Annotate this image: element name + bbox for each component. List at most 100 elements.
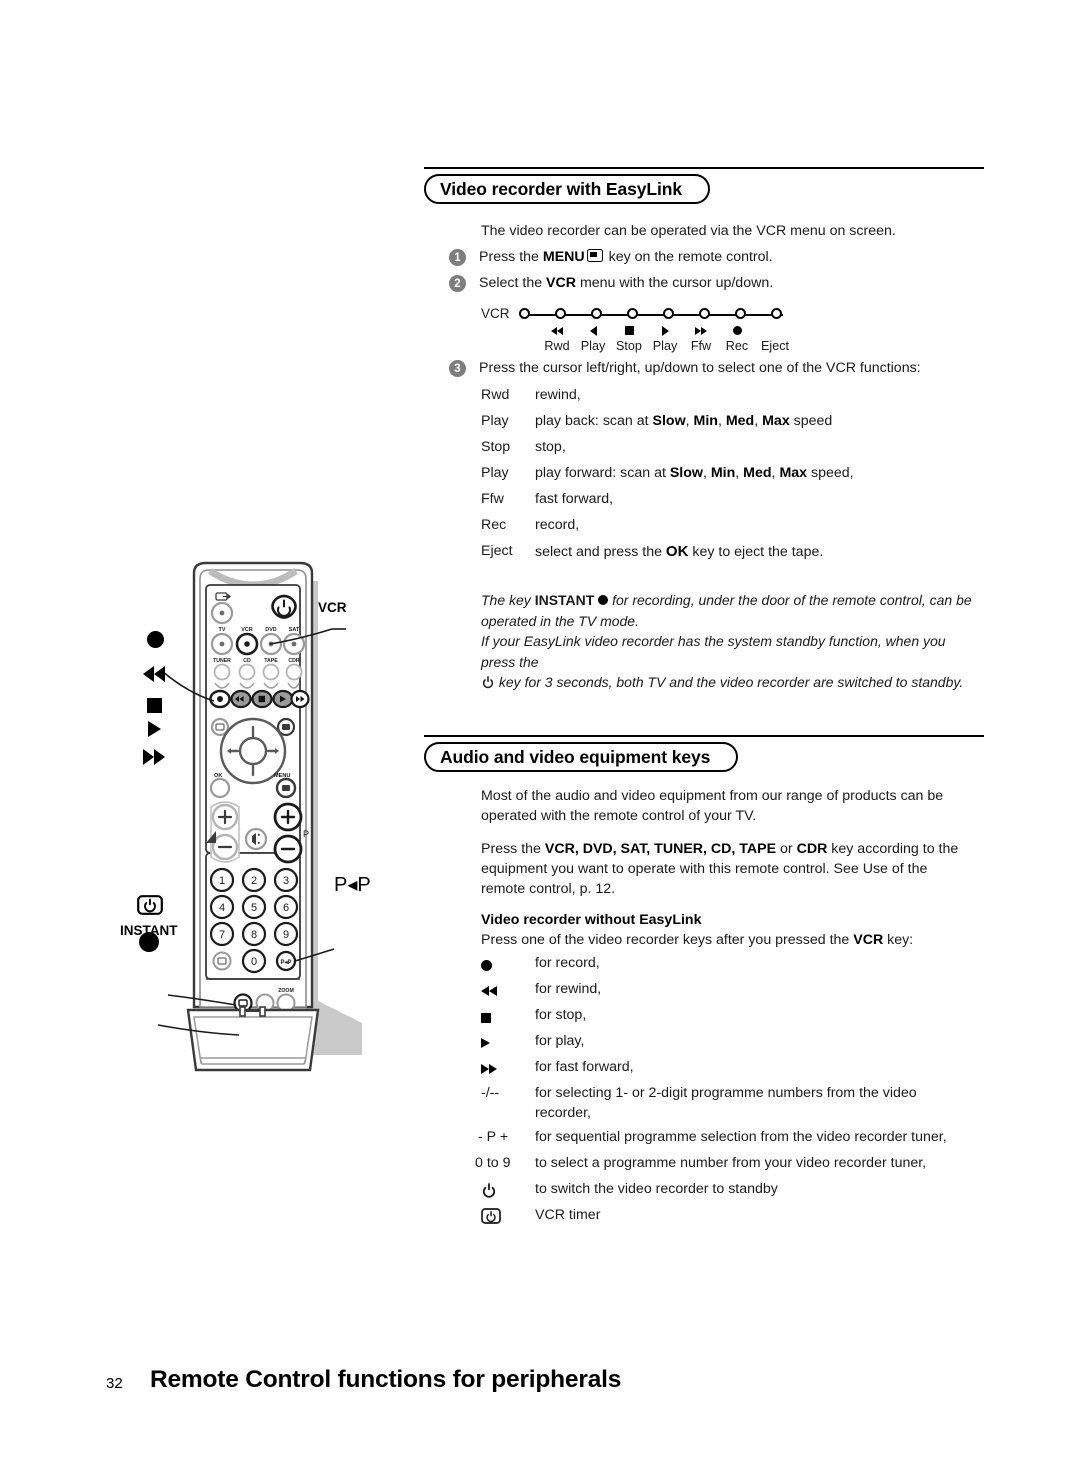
section2-para1-line2: operated with the remote control of your… (481, 808, 757, 824)
key-row-digit-select: -/-- for selecting 1- or 2-digit program… (481, 1085, 1001, 1125)
callout-play-icon (148, 720, 161, 738)
function-term-rec: Rec (481, 517, 507, 533)
vcr-node-stop[interactable] (627, 308, 638, 319)
vcr-node-play[interactable] (663, 308, 674, 319)
step-2-text-bold: VCR (546, 275, 577, 291)
vcr-caption-eject: Eject (761, 339, 789, 353)
b: Slow (652, 413, 686, 429)
key-row-vcr-timer: VCR timer (481, 1207, 1001, 1227)
b: Min (710, 465, 736, 481)
function-term-play-forward: Play (481, 465, 509, 481)
p: or (776, 841, 797, 857)
d: play back: scan at (535, 413, 653, 429)
key-row-standby: to switch the video recorder to standby (481, 1181, 1001, 1201)
section2-para2: Press the VCR, DVD, SAT, TUNER, CD, TAPE… (481, 839, 958, 899)
key-desc-rewind: for rewind, (535, 981, 602, 997)
step-2-number: 2 (449, 275, 466, 292)
key-desc-vcr-timer: VCR timer (535, 1207, 601, 1223)
vcr-icon-stop (611, 324, 647, 336)
section-header-audio-video-keys: Audio and video equipment keys (424, 735, 984, 775)
key-icon-play (481, 1035, 490, 1051)
key-term-digits-0-9: 0 to 9 (475, 1155, 511, 1171)
d: play forward: scan at (535, 465, 670, 481)
s: , (735, 465, 744, 481)
callout-vcr: VCR (318, 600, 347, 615)
remote-label-tuner: TUNER (213, 658, 231, 664)
vcr-node-rec[interactable] (735, 308, 746, 319)
vcr-icon-record (719, 324, 755, 336)
key-row-record: for record, (481, 955, 1001, 975)
vcr-caption-play-back: Play (580, 339, 606, 353)
s: , (702, 465, 711, 481)
step-3-text: Press the cursor left/right, up/down to … (479, 360, 921, 376)
function-desc-stop: stop, (535, 439, 566, 455)
section2-equipment-keys: VCR, DVD, SAT, TUNER, CD, TAPE (544, 841, 777, 857)
key-term-programme-step: - P + (478, 1129, 509, 1145)
vcr-icon-rewind (539, 324, 575, 336)
d: speed (789, 413, 833, 429)
note-line-2: operated in the TV mode. (481, 612, 639, 629)
vcr-caption-rec: Rec (725, 339, 749, 353)
step-1-text-after: key on the remote control. (604, 249, 773, 265)
section1-note: The key INSTANT for recording, under the… (481, 590, 981, 693)
vcr-node-rwd[interactable] (555, 308, 566, 319)
p: key according to the (827, 841, 959, 857)
key-desc-stop: for stop, (535, 1007, 587, 1023)
header-pill-2: Audio and video equipment keys (424, 742, 739, 772)
key-icon-record (481, 957, 492, 973)
key-row-programme-step: - P + for sequential programme selection… (478, 1129, 998, 1149)
note-line-3: If your EasyLink video recorder has the … (481, 633, 946, 670)
remote-label-tv: TV (219, 627, 226, 633)
svg-text:1: 1 (219, 875, 225, 887)
note-line-1-bold: INSTANT (534, 592, 595, 608)
remote-label-cd: CD (243, 658, 251, 664)
function-desc-play-back: play back: scan at Slow, Min, Med, Max s… (535, 413, 832, 429)
callout-record-icon (147, 631, 164, 649)
vcr-icon-play (647, 324, 683, 336)
note-line-4: key for 3 seconds, both TV and the video… (481, 672, 981, 693)
d: select and press the (535, 544, 666, 560)
svg-text:4: 4 (219, 902, 225, 914)
b: Max (779, 465, 808, 481)
vcr-node-eject[interactable] (771, 308, 782, 319)
b: OK (665, 543, 689, 560)
section2-heading-text: Audio and video equipment keys (440, 746, 711, 767)
vcr-node-0[interactable] (519, 308, 530, 319)
key-term-digit-select: -/-- (481, 1085, 500, 1101)
menu-key-icon (586, 249, 603, 262)
function-term-ffw: Ffw (481, 491, 504, 507)
s: , (717, 413, 726, 429)
step-1-number: 1 (449, 249, 466, 266)
power-standby-icon (482, 1183, 496, 1198)
section2-para1-line1: Most of the audio and video equipment fr… (481, 788, 944, 804)
svg-text:7: 7 (219, 929, 225, 941)
key-row-digits-0-9: 0 to 9 to select a programme number from… (475, 1155, 995, 1175)
function-term-rwd: Rwd (481, 387, 510, 403)
vcr-caption-ffw: Ffw (690, 339, 712, 353)
header-rule-2 (424, 735, 984, 737)
key-desc-digit-select: for selecting 1- or 2-digit programme nu… (535, 1085, 917, 1101)
section-header-video-recorder-easylink: Video recorder with EasyLink (424, 167, 984, 207)
function-desc-eject: select and press the OK key to eject the… (535, 543, 823, 560)
p: Press the (481, 841, 545, 857)
section2-para2-line1: Press the VCR, DVD, SAT, TUNER, CD, TAPE… (481, 839, 958, 859)
key-row-play: for play, (481, 1033, 1001, 1053)
note-line-1-a: The key (481, 592, 535, 608)
step-2-text: Select the VCR menu with the cursor up/d… (479, 274, 773, 293)
svg-text:0: 0 (251, 956, 257, 968)
b: Min (693, 413, 718, 429)
callout-vcr-timer-icon (137, 895, 163, 920)
key-desc-digits-0-9: to select a programme number from your v… (535, 1155, 927, 1171)
sub-intro-vcr-key: VCR (853, 932, 884, 948)
vcr-node-ffw[interactable] (699, 308, 710, 319)
section2-para1: Most of the audio and video equipment fr… (481, 786, 943, 826)
key-desc-record: for record, (535, 955, 600, 971)
remote-label-sat: SAT (289, 627, 300, 633)
s: , (754, 413, 763, 429)
vcr-node-play-back[interactable] (591, 308, 602, 319)
function-desc-play-forward: play forward: scan at Slow, Min, Med, Ma… (535, 465, 854, 481)
key-desc-fast-forward: for fast forward, (535, 1059, 634, 1075)
key-row-fast-forward: for fast forward, (481, 1059, 1001, 1079)
svg-text:P◂P: P◂P (280, 960, 291, 966)
key-row-stop: for stop, (481, 1007, 1001, 1027)
